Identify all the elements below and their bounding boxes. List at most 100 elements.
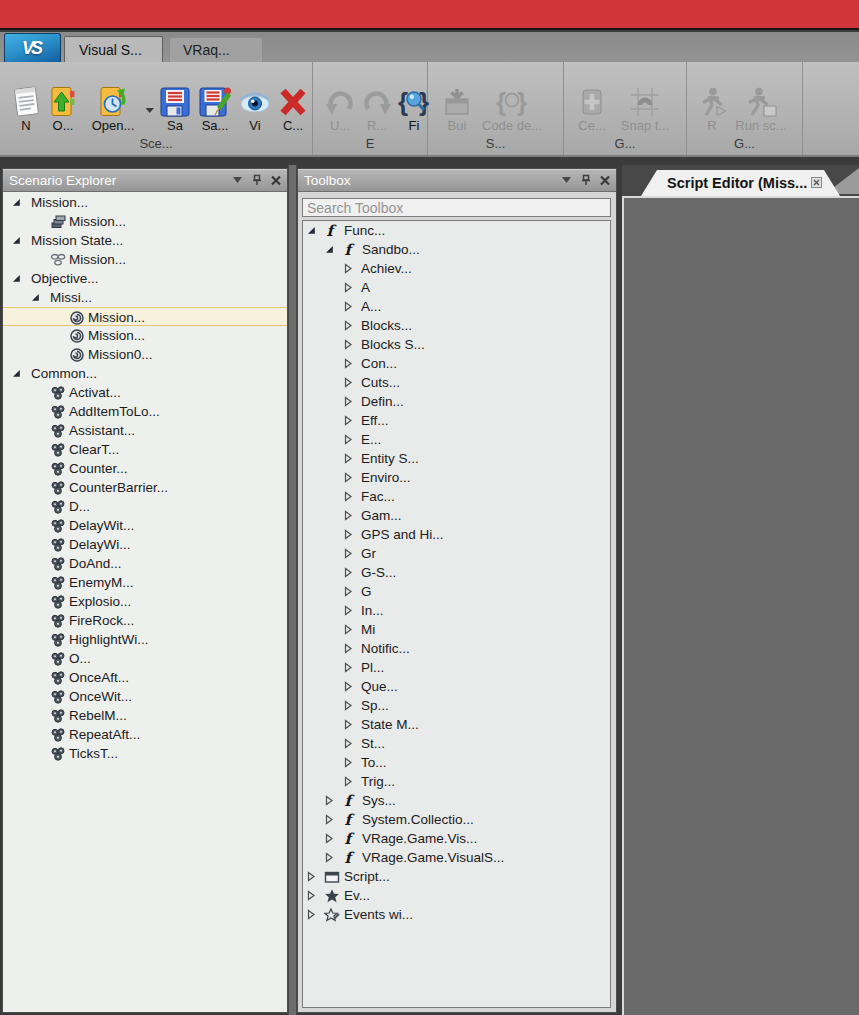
tree-item[interactable]: Eff... [303, 411, 610, 430]
collapsed-arrow-icon[interactable] [344, 753, 353, 772]
tree-item[interactable]: ClearT... [3, 440, 287, 459]
expanded-arrow-icon[interactable] [325, 240, 334, 259]
tree-item[interactable]: Con... [303, 354, 610, 373]
run-script-button[interactable]: Run sc... [729, 85, 793, 133]
tree-item[interactable]: Entity S... [303, 449, 610, 468]
tree-item[interactable]: AddItemToLo... [3, 402, 287, 421]
tree-item[interactable]: Sp... [303, 696, 610, 715]
tree-item[interactable]: To... [303, 753, 610, 772]
build-button[interactable]: Bui [440, 85, 474, 133]
tree-item[interactable]: Notific... [303, 639, 610, 658]
tree-item[interactable]: Activat... [3, 383, 287, 402]
tree-item[interactable]: TicksT... [3, 744, 287, 763]
collapsed-arrow-icon[interactable] [307, 905, 316, 924]
tree-item[interactable]: Mission State... [3, 231, 287, 250]
tree-item[interactable]: fVRage.Game.VisualS... [303, 848, 610, 867]
collapsed-arrow-icon[interactable] [344, 373, 353, 392]
tree-item[interactable]: Enviro... [303, 468, 610, 487]
collapsed-arrow-icon[interactable] [344, 430, 353, 449]
tree-item[interactable]: fVRage.Game.Vis... [303, 829, 610, 848]
collapsed-arrow-icon[interactable] [344, 601, 353, 620]
tree-item[interactable]: Pl... [303, 658, 610, 677]
collapsed-arrow-icon[interactable] [344, 544, 353, 563]
tree-item[interactable]: Mission... [3, 307, 287, 326]
tree-item[interactable]: State M... [303, 715, 610, 734]
tree-item[interactable]: HighlightWi... [3, 630, 287, 649]
tree-item[interactable]: Que... [303, 677, 610, 696]
redo-button[interactable]: R... [359, 85, 395, 133]
tree-item[interactable]: Mission... [3, 250, 287, 269]
collapsed-arrow-icon[interactable] [344, 696, 353, 715]
collapsed-arrow-icon[interactable] [344, 468, 353, 487]
collapsed-arrow-icon[interactable] [344, 354, 353, 373]
collapsed-arrow-icon[interactable] [344, 411, 353, 430]
tree-item[interactable]: Script... [303, 867, 610, 886]
vs-logo-tab[interactable]: VS [4, 33, 61, 62]
collapsed-arrow-icon[interactable] [344, 392, 353, 411]
collapsed-arrow-icon[interactable] [344, 734, 353, 753]
view-eye-button[interactable]: Vi [238, 85, 272, 133]
tree-item[interactable]: A [303, 278, 610, 297]
expanded-arrow-icon[interactable] [12, 193, 21, 212]
collapsed-arrow-icon[interactable] [344, 715, 353, 734]
tree-item[interactable]: Gam... [303, 506, 610, 525]
tree-item[interactable]: Achiev... [303, 259, 610, 278]
collapsed-arrow-icon[interactable] [344, 620, 353, 639]
collapsed-arrow-icon[interactable] [344, 772, 353, 791]
tree-item[interactable]: G [303, 582, 610, 601]
tree-item[interactable]: OnceAft... [3, 668, 287, 687]
collapsed-arrow-icon[interactable] [325, 829, 334, 848]
pin-icon[interactable] [251, 174, 263, 186]
find-braces-button[interactable]: {}Fi [397, 85, 431, 133]
collapsed-arrow-icon[interactable] [344, 563, 353, 582]
tree-item[interactable]: Mission... [3, 193, 287, 212]
tree-item[interactable]: Blocks S... [303, 335, 610, 354]
dropdown-caret-icon[interactable] [145, 100, 155, 118]
tree-item[interactable]: G-S... [303, 563, 610, 582]
collapsed-arrow-icon[interactable] [344, 677, 353, 696]
collapsed-arrow-icon[interactable] [344, 297, 353, 316]
collapsed-arrow-icon[interactable] [344, 449, 353, 468]
tree-item[interactable]: In... [303, 601, 610, 620]
tab-visual-studio[interactable]: Visual S... [64, 36, 163, 62]
collapsed-arrow-icon[interactable] [325, 810, 334, 829]
tree-item[interactable]: DelayWit... [3, 516, 287, 535]
tree-item[interactable]: DelayWi... [3, 535, 287, 554]
tree-item[interactable]: Defin... [303, 392, 610, 411]
search-input[interactable]: Search Toolbox [302, 198, 611, 217]
tree-item[interactable]: Mission... [3, 326, 287, 345]
collapsed-arrow-icon[interactable] [344, 525, 353, 544]
tree-item[interactable]: fSys... [303, 791, 610, 810]
tree-item[interactable]: Common... [3, 364, 287, 383]
window-position-icon[interactable] [232, 174, 244, 186]
collapsed-arrow-icon[interactable] [325, 791, 334, 810]
expanded-arrow-icon[interactable] [12, 364, 21, 383]
tree-item[interactable]: fSandbo... [303, 240, 610, 259]
save-as-button[interactable]: Sa... [195, 85, 235, 133]
expanded-arrow-icon[interactable] [307, 221, 316, 240]
pin-icon[interactable] [580, 174, 592, 186]
tree-item[interactable]: Cuts... [303, 373, 610, 392]
collapsed-arrow-icon[interactable] [344, 316, 353, 335]
close-icon[interactable] [599, 174, 611, 186]
open-recent-button[interactable]: Open... [84, 85, 142, 133]
close-icon[interactable] [811, 177, 822, 188]
save-button[interactable]: Sa [158, 85, 192, 133]
collapsed-arrow-icon[interactable] [325, 848, 334, 867]
tab-vrage[interactable]: VRaq... [169, 37, 263, 62]
snap-grid-button[interactable]: Snap t... [614, 85, 676, 133]
collapsed-arrow-icon[interactable] [344, 582, 353, 601]
tree-item[interactable]: Explosio... [3, 592, 287, 611]
collapsed-arrow-icon[interactable] [344, 506, 353, 525]
tree-item[interactable]: fSystem.Collectio... [303, 810, 610, 829]
tree-item[interactable]: fFunc... [303, 221, 610, 240]
run-button[interactable]: R [697, 85, 727, 133]
collapsed-arrow-icon[interactable] [344, 259, 353, 278]
tree-item[interactable]: Counter... [3, 459, 287, 478]
tree-item[interactable]: GPS and Hi... [303, 525, 610, 544]
close-icon[interactable] [270, 174, 282, 186]
tree-item[interactable]: Events wi... [303, 905, 610, 924]
tree-item[interactable]: Gr [303, 544, 610, 563]
collapsed-arrow-icon[interactable] [344, 278, 353, 297]
tree-item[interactable]: OnceWit... [3, 687, 287, 706]
